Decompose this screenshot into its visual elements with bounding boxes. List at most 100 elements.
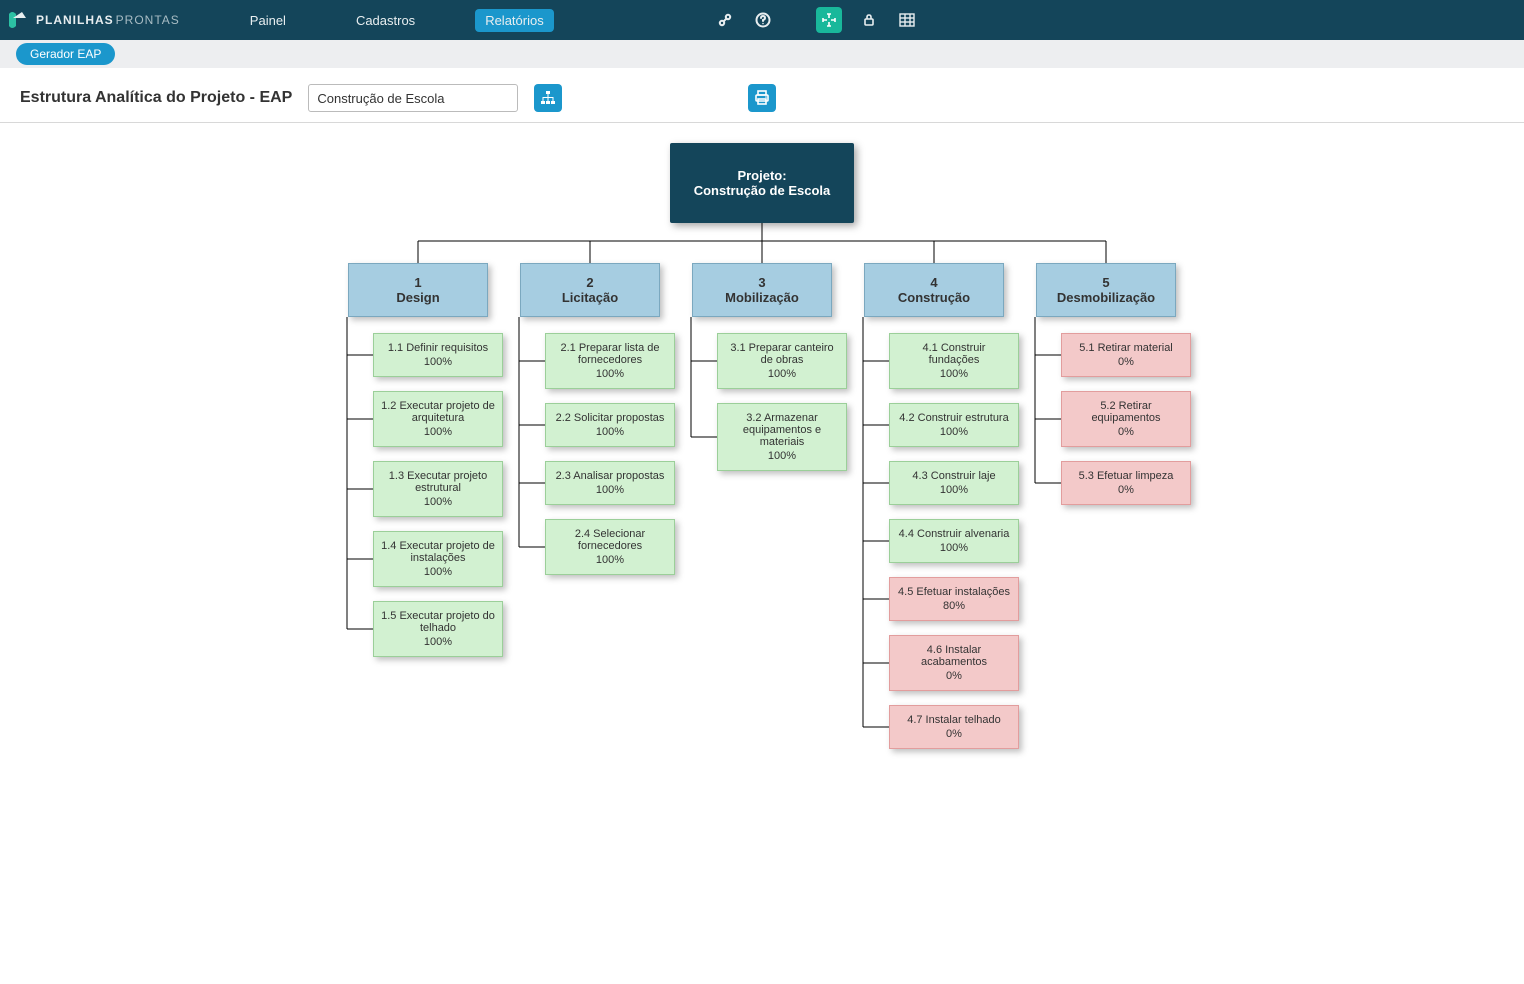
task-c2-4[interactable]: 2.4 Selecionar fornecedores 100% bbox=[545, 519, 675, 575]
task-percent: 100% bbox=[768, 450, 796, 462]
task-label: 4.6 Instalar acabamentos bbox=[896, 644, 1012, 668]
task-c5-3[interactable]: 5.3 Efetuar limpeza 0% bbox=[1061, 461, 1191, 505]
task-percent: 0% bbox=[1118, 484, 1134, 496]
phase-label: Design bbox=[396, 290, 439, 305]
phase-num: 5 bbox=[1102, 275, 1109, 290]
task-c1-3[interactable]: 1.3 Executar projeto estrutural 100% bbox=[373, 461, 503, 517]
task-percent: 100% bbox=[424, 566, 452, 578]
task-label: 5.1 Retirar material bbox=[1079, 342, 1173, 354]
title-row: Estrutura Analítica do Projeto - EAP bbox=[0, 68, 1524, 123]
task-c1-4[interactable]: 1.4 Executar projeto de instalações 100% bbox=[373, 531, 503, 587]
task-percent: 80% bbox=[943, 600, 965, 612]
task-label: 3.2 Armazenar equipamentos e materiais bbox=[724, 412, 840, 448]
top-navbar: PLANILHAS PRONTAS Painel Cadastros Relat… bbox=[0, 0, 1524, 40]
task-label: 4.1 Construir fundações bbox=[896, 342, 1012, 366]
phase-4[interactable]: 4Construção bbox=[864, 263, 1004, 317]
task-c3-2[interactable]: 3.2 Armazenar equipamentos e materiais 10… bbox=[717, 403, 847, 471]
task-percent: 100% bbox=[940, 542, 968, 554]
phase-label: Licitação bbox=[562, 290, 618, 305]
root-node[interactable]: Projeto: Construção de Escola bbox=[670, 143, 854, 223]
task-label: 1.1 Definir requisitos bbox=[388, 342, 488, 354]
task-label: 4.5 Efetuar instalações bbox=[898, 586, 1010, 598]
task-c2-3[interactable]: 2.3 Analisar propostas 100% bbox=[545, 461, 675, 505]
task-c1-1[interactable]: 1.1 Definir requisitos 100% bbox=[373, 333, 503, 377]
logo-text-1: PLANILHAS bbox=[36, 13, 114, 27]
task-label: 4.3 Construir laje bbox=[912, 470, 995, 482]
task-percent: 100% bbox=[424, 356, 452, 368]
task-label: 1.4 Executar projeto de instalações bbox=[380, 540, 496, 564]
nav-relatorios[interactable]: Relatórios bbox=[475, 9, 554, 32]
app-logo: PLANILHAS PRONTAS bbox=[8, 10, 180, 30]
task-c4-6[interactable]: 4.6 Instalar acabamentos 0% bbox=[889, 635, 1019, 691]
task-c4-1[interactable]: 4.1 Construir fundações 100% bbox=[889, 333, 1019, 389]
logo-text-2: PRONTAS bbox=[116, 13, 180, 27]
task-percent: 100% bbox=[424, 426, 452, 438]
phase-num: 4 bbox=[930, 275, 937, 290]
task-c1-5[interactable]: 1.5 Executar projeto do telhado100% bbox=[373, 601, 503, 657]
task-label: 2.4 Selecionar fornecedores bbox=[552, 528, 668, 552]
phase-1[interactable]: 1Design bbox=[348, 263, 488, 317]
eap-tree: Projeto: Construção de Escola 1Design 2Li… bbox=[304, 143, 1220, 773]
phase-label: Desmobilização bbox=[1057, 290, 1155, 305]
task-percent: 100% bbox=[596, 426, 624, 438]
task-c5-1[interactable]: 5.1 Retirar material 0% bbox=[1061, 333, 1191, 377]
phase-num: 2 bbox=[586, 275, 593, 290]
task-c5-2[interactable]: 5.2 Retirar equipamentos 0% bbox=[1061, 391, 1191, 447]
task-percent: 100% bbox=[940, 484, 968, 496]
page-title: Estrutura Analítica do Projeto - EAP bbox=[20, 89, 292, 107]
phase-5[interactable]: 5Desmobilização bbox=[1036, 263, 1176, 317]
task-percent: 100% bbox=[940, 426, 968, 438]
nav-cadastros[interactable]: Cadastros bbox=[346, 9, 425, 32]
task-c4-5[interactable]: 4.5 Efetuar instalações 80% bbox=[889, 577, 1019, 621]
task-c3-1[interactable]: 3.1 Preparar canteiro de obras 100% bbox=[717, 333, 847, 389]
subnav-gerador-eap[interactable]: Gerador EAP bbox=[16, 43, 115, 65]
phase-label: Construção bbox=[898, 290, 970, 305]
task-label: 2.2 Solicitar propostas bbox=[556, 412, 665, 424]
help-icon[interactable] bbox=[752, 9, 774, 31]
lock-icon[interactable] bbox=[858, 9, 880, 31]
project-name-input[interactable] bbox=[308, 84, 518, 112]
logo-icon bbox=[8, 10, 30, 30]
task-label: 4.2 Construir estrutura bbox=[899, 412, 1008, 424]
task-label: 4.7 Instalar telhado bbox=[907, 714, 1001, 726]
link-icon[interactable] bbox=[714, 9, 736, 31]
task-percent: 100% bbox=[424, 496, 452, 508]
task-c4-7[interactable]: 4.7 Instalar telhado 0% bbox=[889, 705, 1019, 749]
task-c4-3[interactable]: 4.3 Construir laje 100% bbox=[889, 461, 1019, 505]
task-label: 3.1 Preparar canteiro de obras bbox=[724, 342, 840, 366]
task-label: 1.3 Executar projeto estrutural bbox=[380, 470, 496, 494]
expand-icon[interactable] bbox=[816, 7, 842, 33]
task-percent: 100% bbox=[424, 636, 452, 648]
task-label: 5.2 Retirar equipamentos bbox=[1068, 400, 1184, 424]
task-c2-2[interactable]: 2.2 Solicitar propostas 100% bbox=[545, 403, 675, 447]
phase-num: 3 bbox=[758, 275, 765, 290]
task-percent: 0% bbox=[946, 670, 962, 682]
task-percent: 100% bbox=[596, 484, 624, 496]
task-label: 1.2 Executar projeto de arquitetura bbox=[380, 400, 496, 424]
task-c4-2[interactable]: 4.2 Construir estrutura 100% bbox=[889, 403, 1019, 447]
task-c2-1[interactable]: 2.1 Preparar lista de fornecedores100% bbox=[545, 333, 675, 389]
phase-label: Mobilização bbox=[725, 290, 799, 305]
sub-navbar: Gerador EAP bbox=[0, 40, 1524, 68]
phase-3[interactable]: 3Mobilização bbox=[692, 263, 832, 317]
print-button[interactable] bbox=[748, 84, 776, 112]
task-percent: 100% bbox=[768, 368, 796, 380]
task-percent: 0% bbox=[946, 728, 962, 740]
task-percent: 100% bbox=[940, 368, 968, 380]
task-percent: 0% bbox=[1118, 356, 1134, 368]
task-c1-2[interactable]: 1.2 Executar projeto de arquitetura 100% bbox=[373, 391, 503, 447]
task-label: 2.3 Analisar propostas bbox=[556, 470, 665, 482]
task-label: 4.4 Construir alvenaria bbox=[899, 528, 1010, 540]
root-line1: Projeto: bbox=[737, 168, 786, 183]
task-label: 2.1 Preparar lista de fornecedores bbox=[552, 342, 668, 366]
phase-num: 1 bbox=[414, 275, 421, 290]
root-line2: Construção de Escola bbox=[694, 183, 831, 198]
nav-painel[interactable]: Painel bbox=[240, 9, 296, 32]
task-c4-4[interactable]: 4.4 Construir alvenaria 100% bbox=[889, 519, 1019, 563]
task-percent: 0% bbox=[1118, 426, 1134, 438]
grid-icon[interactable] bbox=[896, 9, 918, 31]
task-percent: 100% bbox=[596, 554, 624, 566]
phase-2[interactable]: 2Licitação bbox=[520, 263, 660, 317]
task-label: 5.3 Efetuar limpeza bbox=[1079, 470, 1174, 482]
hierarchy-button[interactable] bbox=[534, 84, 562, 112]
